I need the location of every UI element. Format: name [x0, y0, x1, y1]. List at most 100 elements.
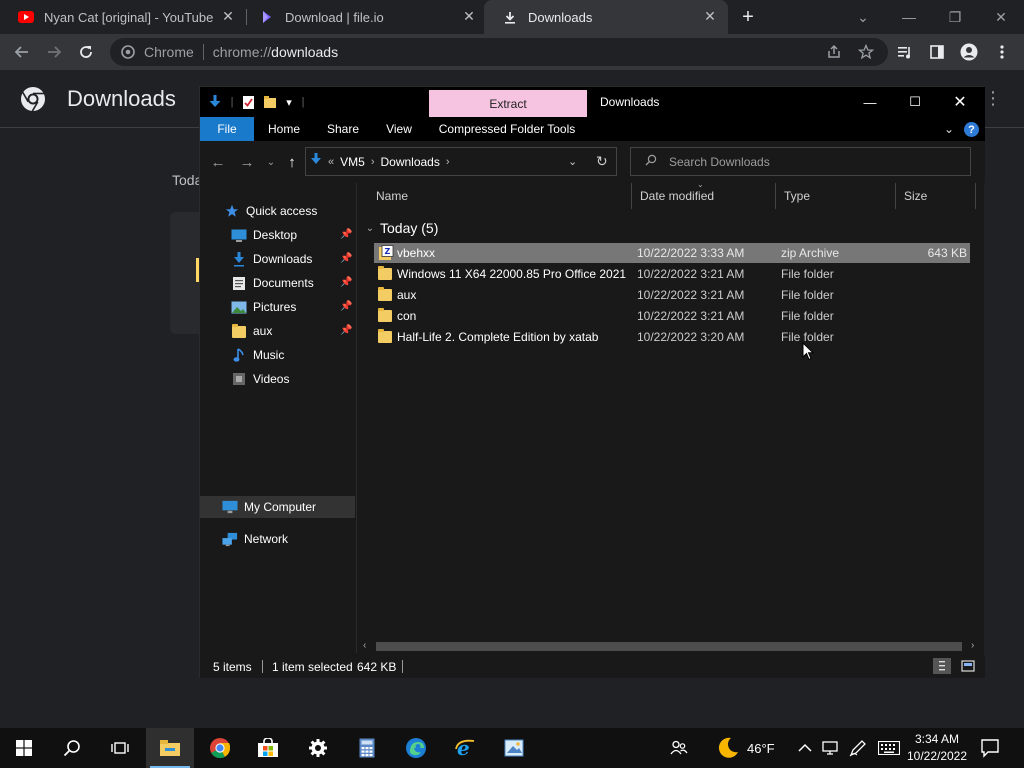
- tab-file[interactable]: File: [200, 117, 254, 141]
- nav-videos[interactable]: Videos: [200, 368, 355, 390]
- paint-icon[interactable]: [490, 728, 538, 768]
- chevron-up-icon[interactable]: [798, 728, 812, 768]
- minimize-button[interactable]: —: [886, 0, 932, 34]
- file-row[interactable]: aux 10/22/2022 3:21 AM File folder: [374, 285, 970, 305]
- task-view-icon[interactable]: [96, 728, 144, 768]
- search-icon[interactable]: [48, 728, 96, 768]
- system-clock[interactable]: 3:34 AM 10/22/2022: [902, 731, 972, 765]
- close-tab-icon[interactable]: ✕: [702, 8, 718, 24]
- close-window-button[interactable]: ✕: [937, 87, 983, 117]
- nav-downloads[interactable]: Downloads 📌: [200, 248, 355, 270]
- downloads-menu-icon[interactable]: ⋮: [984, 88, 1002, 109]
- weather-moon-icon[interactable]: [716, 728, 740, 768]
- tab-youtube[interactable]: Nyan Cat [original] - YouTube ✕: [0, 0, 246, 34]
- collapse-group-icon[interactable]: ⌄: [360, 223, 380, 234]
- up-arrow-icon[interactable]: ↑: [283, 153, 301, 171]
- close-tab-icon[interactable]: ✕: [461, 8, 477, 24]
- chrome-icon[interactable]: [196, 728, 244, 768]
- file-explorer-icon[interactable]: [146, 728, 194, 768]
- nav-music[interactable]: Music: [200, 344, 355, 366]
- chrome-menu-icon[interactable]: [991, 41, 1013, 63]
- address-bar[interactable]: « VM5 › Downloads › ⌄ ↻: [305, 147, 617, 176]
- address-dropdown-icon[interactable]: ⌄: [568, 155, 577, 168]
- recent-locations-icon[interactable]: ⌄: [262, 153, 280, 171]
- share-icon[interactable]: [823, 41, 845, 63]
- help-icon[interactable]: ?: [964, 122, 979, 137]
- profile-avatar-icon[interactable]: [958, 41, 980, 63]
- column-header-size[interactable]: Size: [896, 183, 976, 209]
- pin-icon[interactable]: 📌: [340, 253, 352, 264]
- reload-button[interactable]: [75, 41, 97, 63]
- back-arrow-icon[interactable]: ←: [209, 153, 227, 171]
- pin-icon[interactable]: 📌: [340, 325, 352, 336]
- nav-pictures[interactable]: Pictures 📌: [200, 296, 355, 318]
- nav-quick-access[interactable]: Quick access: [200, 200, 355, 222]
- minimize-button[interactable]: —: [847, 87, 893, 117]
- restore-button[interactable]: ❐: [932, 0, 978, 34]
- chevron-right-icon[interactable]: ›: [446, 156, 450, 168]
- nav-desktop[interactable]: Desktop 📌: [200, 224, 355, 246]
- tab-share[interactable]: Share: [316, 117, 370, 141]
- tab-home[interactable]: Home: [258, 117, 310, 141]
- close-tab-icon[interactable]: ✕: [220, 8, 236, 24]
- maximize-button[interactable]: ☐: [892, 87, 938, 117]
- file-row[interactable]: Half-Life 2. Complete Edition by xatab 1…: [374, 327, 970, 347]
- notification-center-icon[interactable]: [980, 738, 1000, 758]
- pen-icon[interactable]: [849, 728, 867, 768]
- nav-my-computer[interactable]: My Computer: [200, 496, 355, 518]
- column-header-type[interactable]: Type: [776, 183, 896, 209]
- back-button[interactable]: [11, 41, 33, 63]
- pin-icon[interactable]: 📌: [340, 229, 352, 240]
- column-header-date-modified[interactable]: Date modified: [632, 183, 776, 209]
- start-icon[interactable]: [0, 728, 48, 768]
- pin-icon[interactable]: 📌: [340, 277, 352, 288]
- network-tray-icon[interactable]: [822, 728, 840, 768]
- scroll-left-icon[interactable]: ‹: [363, 640, 366, 651]
- new-folder-icon[interactable]: [262, 94, 278, 110]
- internet-explorer-icon[interactable]: e: [441, 728, 489, 768]
- pin-icon[interactable]: 📌: [340, 301, 352, 312]
- edge-icon[interactable]: [392, 728, 440, 768]
- new-tab-button[interactable]: +: [738, 7, 758, 27]
- file-row[interactable]: Windows 11 X64 22000.85 Pro Office 2021.…: [374, 264, 970, 284]
- column-header-name[interactable]: Name: [368, 183, 632, 209]
- tab-compressed-folder-tools[interactable]: Compressed Folder Tools: [434, 117, 580, 141]
- details-view-button[interactable]: [933, 658, 951, 674]
- settings-icon[interactable]: [294, 728, 342, 768]
- breadcrumb-downloads[interactable]: Downloads: [380, 155, 439, 169]
- file-row[interactable]: Z vbehxx 10/22/2022 3:33 AM zip Archive …: [374, 243, 970, 263]
- expand-ribbon-icon[interactable]: ⌄: [944, 122, 954, 136]
- properties-icon[interactable]: [240, 94, 256, 110]
- nav-network[interactable]: Network: [200, 528, 355, 550]
- calculator-icon[interactable]: [343, 728, 391, 768]
- tab-view[interactable]: View: [374, 117, 424, 141]
- forward-arrow-icon[interactable]: →: [238, 153, 256, 171]
- chevron-down-icon[interactable]: ⌄: [840, 0, 886, 34]
- group-header-today[interactable]: ⌄ Today (5): [358, 217, 439, 239]
- side-panel-icon[interactable]: [926, 41, 948, 63]
- breadcrumb-vm5[interactable]: VM5: [340, 155, 365, 169]
- store-icon[interactable]: [244, 728, 292, 768]
- tab-fileio[interactable]: Download | file.io ✕: [241, 0, 487, 34]
- chevron-right-icon[interactable]: ›: [371, 156, 375, 168]
- search-input[interactable]: Search Downloads: [630, 147, 971, 176]
- horizontal-scrollbar[interactable]: ‹ ›: [358, 638, 984, 655]
- scroll-right-icon[interactable]: ›: [971, 640, 974, 651]
- address-bar[interactable]: Chrome chrome://downloads: [110, 38, 888, 66]
- tab-downloads[interactable]: Downloads ✕: [484, 0, 728, 34]
- nav-aux[interactable]: aux 📌: [200, 320, 355, 342]
- address-overflow[interactable]: «: [328, 156, 334, 168]
- large-icons-view-button[interactable]: [959, 658, 977, 674]
- extract-context-tab[interactable]: Extract: [429, 90, 587, 117]
- close-window-button[interactable]: ✕: [978, 0, 1024, 34]
- forward-button[interactable]: [43, 41, 65, 63]
- keyboard-icon[interactable]: [878, 728, 900, 768]
- bookmark-star-icon[interactable]: [855, 41, 877, 63]
- scrollbar-thumb[interactable]: [376, 642, 962, 651]
- media-queue-icon[interactable]: [894, 41, 916, 63]
- refresh-icon[interactable]: ↻: [596, 153, 608, 170]
- file-row[interactable]: con 10/22/2022 3:21 AM File folder: [374, 306, 970, 326]
- people-icon[interactable]: [670, 728, 688, 768]
- nav-documents[interactable]: Documents 📌: [200, 272, 355, 294]
- weather-temperature[interactable]: 46°F: [747, 728, 775, 768]
